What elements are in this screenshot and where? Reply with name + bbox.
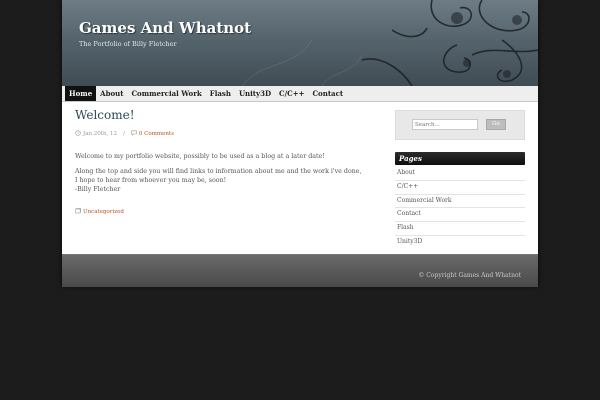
- sidebar-page-unity3d[interactable]: Unity3D: [395, 236, 525, 249]
- main-nav: Home About Commercial Work Flash Unity3D…: [62, 86, 538, 102]
- post-paragraph: Along the top and side you will find lin…: [75, 167, 365, 194]
- post-paragraph-text: Along the top and side you will find lin…: [75, 168, 362, 184]
- sidebar-page-commercial-work[interactable]: Commercial Work: [395, 195, 525, 209]
- nav-item-unity3d[interactable]: Unity3D: [235, 86, 275, 101]
- pages-heading: Pages: [395, 152, 525, 165]
- nav-item-commercial-work[interactable]: Commercial Work: [127, 86, 205, 101]
- post-body: Welcome to my portfolio website, possibl…: [75, 152, 365, 194]
- nav-item-contact[interactable]: Contact: [308, 86, 347, 101]
- site-tagline: The Portfolio of Billy Fletcher: [79, 40, 177, 48]
- sidebar-page-about[interactable]: About: [395, 167, 525, 181]
- nav-item-flash[interactable]: Flash: [206, 86, 235, 101]
- post-signature: -Billy Fletcher: [75, 186, 121, 193]
- search-widget: Go: [395, 110, 525, 140]
- comment-icon: [131, 130, 137, 138]
- post-footer: Uncategorized: [75, 208, 365, 216]
- site-header: Games And Whatnot The Portfolio of Billy…: [62, 0, 538, 86]
- category-link[interactable]: Uncategorized: [83, 209, 124, 215]
- page-wrapper: Games And Whatnot The Portfolio of Billy…: [62, 0, 538, 287]
- sidebar-page-flash[interactable]: Flash: [395, 222, 525, 236]
- nav-item-home[interactable]: Home: [65, 86, 97, 101]
- sidebar-page-cpp[interactable]: C/C++: [395, 181, 525, 195]
- nav-item-about[interactable]: About: [96, 86, 127, 101]
- nav-item-cpp[interactable]: C/C++: [275, 86, 308, 101]
- post-title[interactable]: Welcome!: [75, 108, 365, 122]
- post-meta: Jan 20th, 12 / 0 Comments: [75, 130, 365, 138]
- post-date: Jan 20th, 12: [83, 131, 118, 137]
- meta-separator: /: [123, 131, 125, 137]
- search-input[interactable]: [412, 119, 478, 130]
- site-title[interactable]: Games And Whatnot: [79, 19, 251, 37]
- post-paragraph: Welcome to my portfolio website, possibl…: [75, 153, 325, 160]
- pages-list: About C/C++ Commercial Work Contact Flas…: [395, 167, 525, 249]
- search-button[interactable]: Go: [486, 119, 506, 130]
- sidebar-page-contact[interactable]: Contact: [395, 208, 525, 223]
- comments-link[interactable]: 0 Comments: [139, 131, 174, 137]
- main-content: Welcome! Jan 20th, 12 / 0 Comments Welco…: [75, 106, 365, 216]
- site-footer: © Copyright Games And Whatnot: [62, 254, 538, 287]
- category-icon: [75, 208, 81, 216]
- sidebar: Go Pages About C/C++ Commercial Work Con…: [395, 110, 525, 249]
- copyright-text: © Copyright Games And Whatnot: [418, 272, 521, 279]
- clock-icon: [75, 130, 81, 138]
